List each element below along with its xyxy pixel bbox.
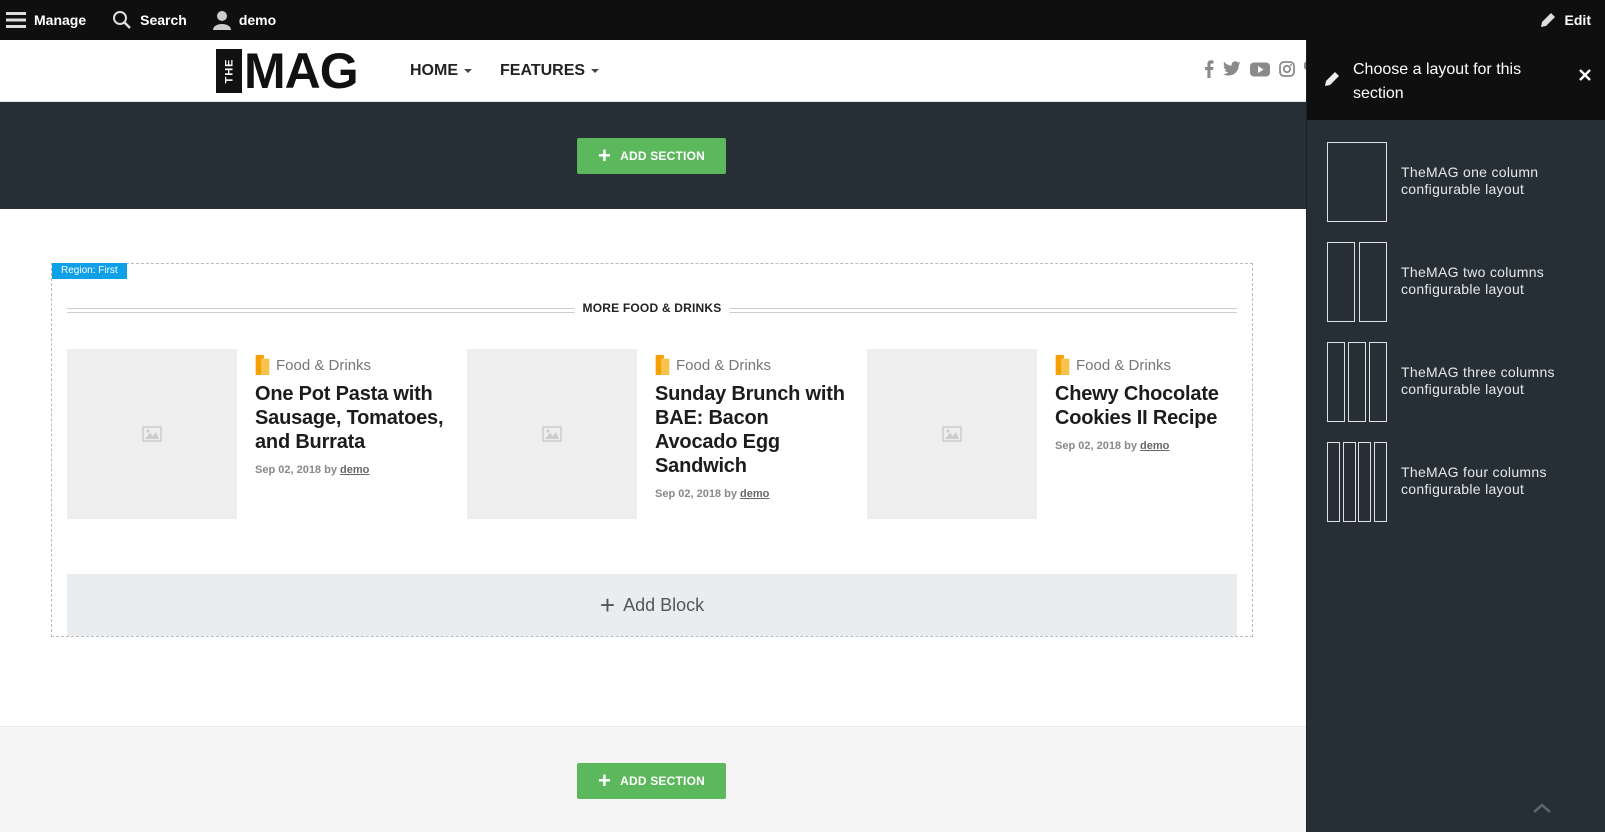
image-placeholder[interactable] bbox=[867, 349, 1037, 519]
article-by: by bbox=[324, 464, 337, 476]
plus-icon: + bbox=[598, 143, 612, 168]
article-title[interactable]: Chewy Chocolate Cookies II Recipe bbox=[1055, 382, 1247, 430]
article-category[interactable]: Food & Drinks bbox=[255, 355, 447, 375]
pencil-icon bbox=[1325, 72, 1339, 86]
two-columns-layout-icon bbox=[1327, 242, 1387, 322]
nav-item-features[interactable]: FEATURES bbox=[500, 62, 600, 80]
layout-chooser-panel: Choose a layout for this section TheMAG … bbox=[1306, 40, 1605, 832]
close-icon[interactable] bbox=[1578, 68, 1592, 82]
three-columns-layout-icon bbox=[1327, 342, 1387, 422]
one-column-layout-icon bbox=[1327, 142, 1387, 222]
main-nav: HOME FEATURES bbox=[410, 40, 627, 102]
site-logo[interactable]: THE MAG bbox=[216, 43, 359, 99]
article-meta: Sep 02, 2018 by demo bbox=[255, 464, 447, 476]
section-title: MORE FOOD & DRINKS bbox=[574, 301, 730, 315]
layout-option-label: TheMAG three columns configurable layout bbox=[1401, 364, 1555, 397]
image-placeholder[interactable] bbox=[67, 349, 237, 519]
layout-option-three-columns[interactable]: TheMAG three columns configurable layout bbox=[1327, 342, 1597, 424]
admin-toolbar: Manage Search demo Edit bbox=[0, 0, 1605, 40]
article-card[interactable]: Food & Drinks Sunday Brunch with BAE: Ba… bbox=[467, 349, 847, 524]
toolbar-search[interactable]: Search bbox=[112, 0, 187, 40]
article-date: Sep 02, 2018 bbox=[255, 464, 322, 476]
twitter-icon[interactable] bbox=[1223, 61, 1241, 77]
article-title[interactable]: One Pot Pasta with Sausage, Tomatoes, an… bbox=[255, 382, 447, 454]
article-card[interactable]: Food & Drinks Chewy Chocolate Cookies II… bbox=[867, 349, 1247, 524]
panel-header: Choose a layout for this section bbox=[1307, 40, 1605, 120]
toolbar-user-label: demo bbox=[238, 12, 277, 28]
logo-mag: MAG bbox=[244, 43, 359, 99]
add-block-button[interactable]: + Add Block bbox=[67, 574, 1237, 636]
layout-option-label: TheMAG one column configurable layout bbox=[1401, 164, 1539, 197]
pencil-icon bbox=[1540, 13, 1555, 27]
layout-option-one-column[interactable]: TheMAG one column configurable layout bbox=[1327, 142, 1597, 224]
add-section-button-top[interactable]: + ADD SECTION bbox=[577, 138, 726, 174]
section-divider-dark: + ADD SECTION bbox=[0, 102, 1306, 209]
image-icon bbox=[942, 426, 962, 442]
layout-option-label: TheMAG two columns configurable layout bbox=[1401, 264, 1545, 297]
article-author-link[interactable]: demo bbox=[1140, 440, 1169, 452]
image-icon bbox=[142, 426, 162, 442]
plus-icon: + bbox=[599, 590, 616, 620]
article-card-body: Food & Drinks One Pot Pasta with Sausage… bbox=[255, 355, 447, 476]
section-divider-light: + ADD SECTION bbox=[0, 726, 1306, 832]
article-card[interactable]: Food & Drinks One Pot Pasta with Sausage… bbox=[67, 349, 447, 524]
region-label: Region: First bbox=[52, 263, 127, 279]
search-icon bbox=[113, 11, 132, 29]
category-icon bbox=[255, 355, 270, 375]
instagram-icon[interactable] bbox=[1279, 61, 1295, 77]
toolbar-manage[interactable]: Manage bbox=[6, 0, 86, 40]
region-first: Region: First MORE FOOD & DRINKS Food & … bbox=[51, 263, 1253, 637]
article-title[interactable]: Sunday Brunch with BAE: Bacon Avocado Eg… bbox=[655, 382, 847, 478]
article-author-link[interactable]: demo bbox=[740, 488, 769, 500]
article-date: Sep 02, 2018 bbox=[655, 488, 722, 500]
category-icon bbox=[1055, 355, 1070, 375]
caret-down-icon bbox=[464, 69, 472, 73]
logo-the: THE bbox=[216, 49, 242, 93]
toolbar-search-label: Search bbox=[140, 12, 187, 28]
facebook-icon[interactable] bbox=[1204, 60, 1214, 78]
layout-option-four-columns[interactable]: TheMAG four columns configurable layout bbox=[1327, 442, 1597, 524]
image-placeholder[interactable] bbox=[467, 349, 637, 519]
toolbar-user[interactable]: demo bbox=[212, 0, 277, 40]
article-category[interactable]: Food & Drinks bbox=[1055, 355, 1247, 375]
article-category[interactable]: Food & Drinks bbox=[655, 355, 847, 375]
article-meta: Sep 02, 2018 by demo bbox=[655, 488, 847, 500]
article-card-body: Food & Drinks Sunday Brunch with BAE: Ba… bbox=[655, 355, 847, 500]
layout-option-two-columns[interactable]: TheMAG two columns configurable layout bbox=[1327, 242, 1597, 324]
caret-down-icon bbox=[591, 69, 600, 73]
user-icon bbox=[212, 11, 231, 30]
category-icon bbox=[655, 355, 670, 375]
chevron-up-icon[interactable] bbox=[1532, 802, 1552, 814]
site-header: THE MAG HOME FEATURES bbox=[0, 40, 1313, 102]
article-date: Sep 02, 2018 bbox=[1055, 440, 1122, 452]
article-author-link[interactable]: demo bbox=[340, 464, 369, 476]
nav-item-home[interactable]: HOME bbox=[410, 62, 472, 80]
image-icon bbox=[542, 426, 562, 442]
article-by: by bbox=[1124, 440, 1137, 452]
section-title-row: MORE FOOD & DRINKS bbox=[67, 300, 1237, 320]
plus-icon: + bbox=[598, 768, 612, 793]
article-meta: Sep 02, 2018 by demo bbox=[1055, 440, 1247, 452]
four-columns-layout-icon bbox=[1327, 442, 1387, 522]
panel-title: Choose a layout for this section bbox=[1353, 61, 1522, 102]
layout-option-label: TheMAG four columns configurable layout bbox=[1401, 464, 1547, 497]
toolbar-edit[interactable]: Edit bbox=[1539, 0, 1591, 40]
toolbar-edit-label: Edit bbox=[1564, 12, 1591, 28]
hamburger-menu-icon bbox=[6, 12, 26, 28]
add-section-button-bottom[interactable]: + ADD SECTION bbox=[577, 763, 726, 799]
article-card-body: Food & Drinks Chewy Chocolate Cookies II… bbox=[1055, 355, 1247, 452]
youtube-icon[interactable] bbox=[1250, 62, 1270, 77]
toolbar-manage-label: Manage bbox=[34, 12, 87, 28]
article-by: by bbox=[724, 488, 737, 500]
